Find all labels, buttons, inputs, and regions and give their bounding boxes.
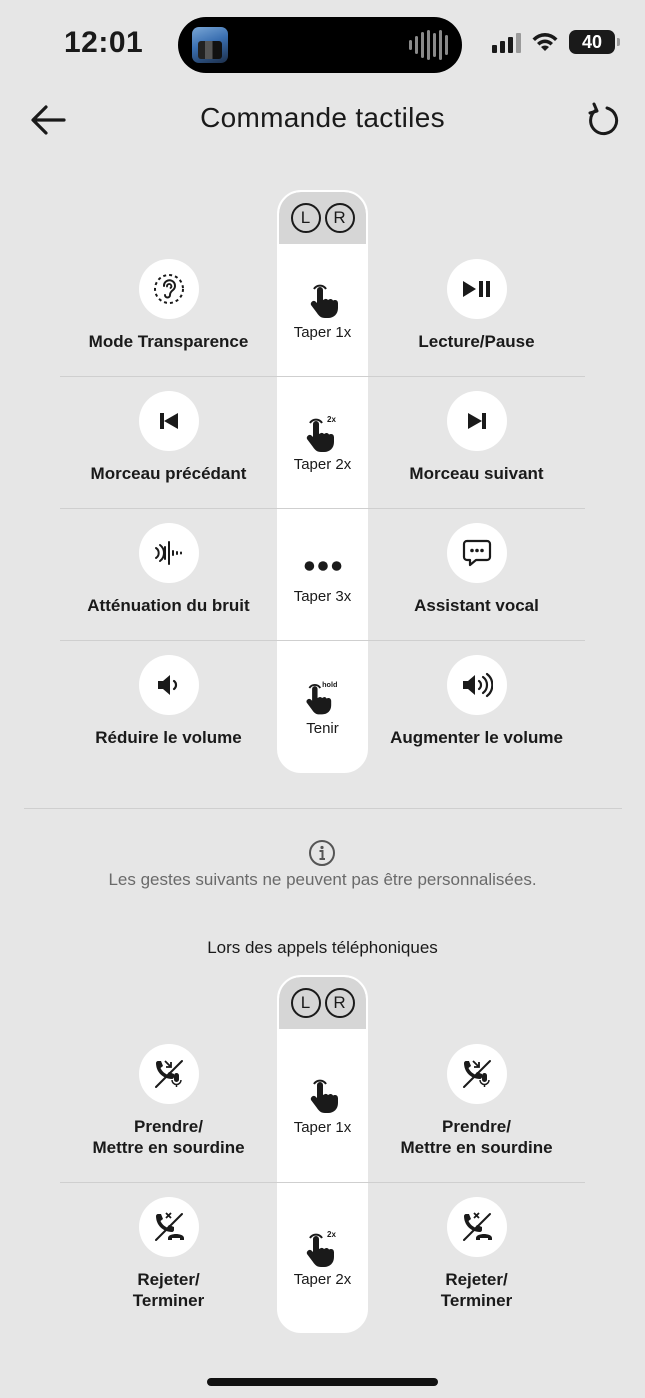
gesture-badge: hold xyxy=(322,680,337,689)
voice-assistant-icon xyxy=(462,539,491,567)
calls-section-title: Lors des appels téléphoniques xyxy=(207,938,438,957)
gesture-row-tap-2x: Morceau précédant 2x Taper 2x Morceau su… xyxy=(60,377,585,509)
dynamic-island[interactable] xyxy=(178,17,462,73)
gesture-label: Taper 2x xyxy=(293,1270,352,1288)
hold-hand-icon: hold xyxy=(305,680,337,714)
action-label-line1: Prendre/ xyxy=(134,1117,203,1136)
action-label: Atténuation du bruit xyxy=(87,596,250,615)
right-call-answer-mute: Prendre/ Mettre en sourdine xyxy=(368,1030,585,1183)
reset-icon xyxy=(588,102,619,136)
wifi-icon xyxy=(532,33,558,51)
noise-cancel-icon xyxy=(154,541,182,565)
left-action-volume-down[interactable]: Réduire le volume xyxy=(60,641,277,773)
right-action-voice-assistant[interactable]: Assistant vocal xyxy=(368,509,585,641)
gesture-label: Taper 2x xyxy=(293,455,352,473)
gesture-tap-3x: Taper 3x xyxy=(277,509,368,641)
volume-up-icon xyxy=(462,672,493,698)
gesture-label: Taper 1x xyxy=(293,323,352,341)
right-action-next[interactable]: Morceau suivant xyxy=(368,377,585,509)
action-label: Morceau précédant xyxy=(90,464,247,483)
page-title: Commande tactiles xyxy=(200,102,445,133)
home-indicator[interactable] xyxy=(207,1378,438,1386)
action-label-line2: Mettre en sourdine xyxy=(92,1138,245,1157)
action-label: Rejeter/ Terminer xyxy=(441,1269,513,1311)
action-label-line2: Terminer xyxy=(440,1291,513,1310)
action-label: Réduire le volume xyxy=(95,728,242,747)
ear-icon xyxy=(153,274,184,304)
double-tap-hand-icon: 2x xyxy=(306,1230,336,1267)
phone-answer-mute-icon xyxy=(154,1060,183,1088)
gesture-row-tap-3x: Atténuation du bruit Taper 3x Assistant … xyxy=(60,509,585,641)
right-earbud-badge: R xyxy=(324,988,355,1018)
left-call-reject-end: Rejeter/ Terminer xyxy=(60,1183,277,1333)
left-action-noise-cancel[interactable]: Atténuation du bruit xyxy=(60,509,277,641)
action-label: Prendre/ Mettre en sourdine xyxy=(400,1116,552,1158)
status-bar: 12:01 40 xyxy=(0,0,645,90)
info-icon xyxy=(309,840,335,866)
gesture-tap-1x: Taper 1x xyxy=(277,1030,368,1183)
action-label: Rejeter/ Terminer xyxy=(133,1269,205,1311)
tap-hand-icon xyxy=(310,1079,338,1113)
gesture-label: Taper 1x xyxy=(293,1119,352,1136)
action-label: Assistant vocal xyxy=(414,596,539,615)
phone-reject-icon xyxy=(462,1212,492,1241)
status-time: 12:01 xyxy=(64,26,144,59)
action-label: Morceau suivant xyxy=(409,464,544,483)
action-label-line1: Rejeter/ xyxy=(137,1270,200,1289)
volume-down-icon xyxy=(157,675,177,695)
action-label: Lecture/Pause xyxy=(418,332,535,351)
right-earbud-badge: R xyxy=(324,203,355,233)
left-call-answer-mute: Prendre/ Mettre en sourdine xyxy=(60,1030,277,1183)
gesture-row-tap-1x: Mode Transparence Taper 1x Lecture/Pause xyxy=(60,245,585,377)
info-text: Les gestes suivants ne peuvent pas être … xyxy=(108,870,537,889)
battery-level: 40 xyxy=(581,32,603,52)
previous-track-icon xyxy=(159,413,178,429)
play-pause-icon xyxy=(462,281,490,297)
gesture-hold: hold Tenir xyxy=(277,641,368,773)
right-action-volume-up[interactable]: Augmenter le volume xyxy=(368,641,585,773)
triple-tap-icon xyxy=(304,560,341,571)
double-tap-hand-icon: 2x xyxy=(306,415,336,452)
action-label-line1: Prendre/ xyxy=(442,1117,511,1136)
action-label-line1: Rejeter/ xyxy=(445,1270,508,1289)
gesture-label: Tenir xyxy=(306,719,339,737)
reset-button[interactable] xyxy=(583,100,623,140)
audio-waveform-icon xyxy=(409,29,448,61)
battery-icon: 40 xyxy=(569,30,620,54)
tap-hand-icon xyxy=(310,284,338,318)
earbud-header: L R xyxy=(279,192,366,244)
cellular-signal-icon xyxy=(492,31,521,53)
earbud-header: L R xyxy=(279,977,366,1029)
right-call-reject-end: Rejeter/ Terminer xyxy=(368,1183,585,1333)
calls-row-tap-2x: Rejeter/ Terminer 2x Taper 2x Rejeter/ T… xyxy=(60,1183,585,1333)
status-icons: 40 xyxy=(492,30,620,54)
next-track-icon xyxy=(467,413,486,429)
gesture-label: Taper 3x xyxy=(293,587,352,605)
action-label: Augmenter le volume xyxy=(390,728,563,747)
left-action-previous[interactable]: Morceau précédant xyxy=(60,377,277,509)
left-earbud-badge: L xyxy=(290,988,321,1018)
gesture-badge: 2x xyxy=(327,1230,336,1239)
gesture-badge: 2x xyxy=(327,415,336,424)
phone-answer-mute-icon xyxy=(462,1060,491,1088)
phone-reject-icon xyxy=(154,1212,184,1241)
gesture-tap-2x: 2x Taper 2x xyxy=(277,377,368,509)
section-divider xyxy=(24,808,622,809)
header: Commande tactiles xyxy=(0,92,645,148)
left-action-transparency[interactable]: Mode Transparence xyxy=(60,245,277,377)
calls-row-tap-1x: Prendre/ Mettre en sourdine Taper 1x Pre… xyxy=(60,1030,585,1183)
action-label-line2: Mettre en sourdine xyxy=(400,1138,553,1157)
now-playing-artwork xyxy=(192,27,228,63)
action-label-line2: Terminer xyxy=(132,1291,205,1310)
gesture-tap-1x: Taper 1x xyxy=(277,245,368,377)
gesture-row-hold: Réduire le volume hold Tenir Augmenter l… xyxy=(60,641,585,773)
gesture-tap-2x: 2x Taper 2x xyxy=(277,1183,368,1333)
action-label: Mode Transparence xyxy=(88,332,249,351)
right-action-play-pause[interactable]: Lecture/Pause xyxy=(368,245,585,377)
left-earbud-badge: L xyxy=(290,203,321,233)
action-label: Prendre/ Mettre en sourdine xyxy=(92,1116,244,1158)
